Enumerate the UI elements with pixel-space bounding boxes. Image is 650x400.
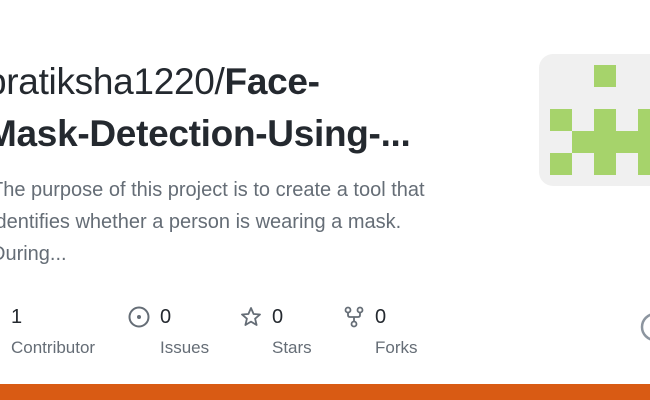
repo-title[interactable]: pratiksha1220/Face- Mask-Detection-Using… [0,56,506,160]
repo-description: The purpose of this project is to create… [0,174,481,270]
stars-stat[interactable]: 0 Stars [240,304,312,358]
identicon-cell [572,131,650,153]
stars-count: 0 [272,305,284,328]
identicon-cell [594,65,616,87]
contributors-label: Contributor [11,338,96,357]
repo-title-line1: pratiksha1220/Face- [0,56,506,108]
identicon-cell [594,153,616,175]
repo-name-part2[interactable]: Mask-Detection-Using-... [0,108,506,160]
issues-label: Issues [160,338,210,357]
repo-forked-icon [343,306,365,328]
repo-owner[interactable]: pratiksha1220 [0,61,215,102]
description-line-1: The purpose of this project is to create… [0,179,425,201]
identicon-cell [594,109,616,131]
issues-stat[interactable]: 0 Issues [128,304,209,358]
forks-stat[interactable]: 0 Forks [343,304,418,358]
forks-label: Forks [375,338,418,357]
repo-owner-avatar[interactable] [539,54,650,186]
identicon-cell [638,109,650,131]
identicon-cell [550,153,572,175]
issues-count: 0 [160,305,172,328]
description-line-3: During... [0,243,67,265]
language-color-bar [0,384,650,400]
github-mark-icon [640,312,650,342]
repo-name-part1[interactable]: Face- [225,61,320,102]
identicon-cell [638,153,650,175]
description-line-2: identifies whether a person is wearing a… [0,211,402,233]
repo-separator: / [214,61,225,102]
contributors-stat[interactable]: 1 Contributor [11,304,95,358]
forks-count: 0 [375,305,387,328]
contributors-count: 1 [11,305,23,328]
star-icon [240,306,262,328]
issue-opened-icon [128,306,150,328]
identicon-cell [550,109,572,131]
stars-label: Stars [272,338,312,357]
